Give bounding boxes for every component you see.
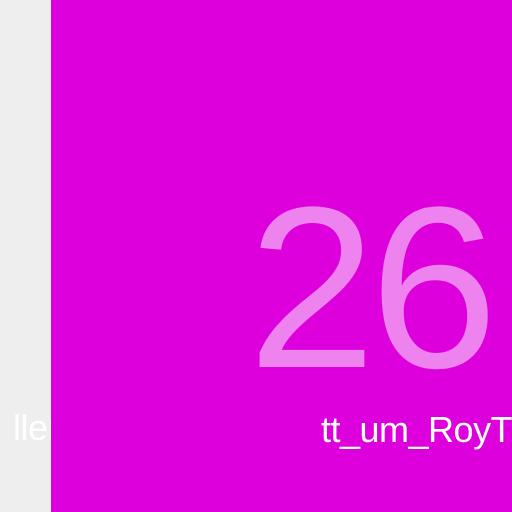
carousel-stage: ller 26 tt_um_RoyT [0,0,512,512]
project-number: 26 [248,159,498,416]
previous-item-label: ller [12,407,51,448]
project-name-label: tt_um_RoyT [321,409,512,450]
previous-item-panel[interactable]: ller [0,0,51,512]
selected-project-tile[interactable]: 26 tt_um_RoyT [51,0,512,512]
